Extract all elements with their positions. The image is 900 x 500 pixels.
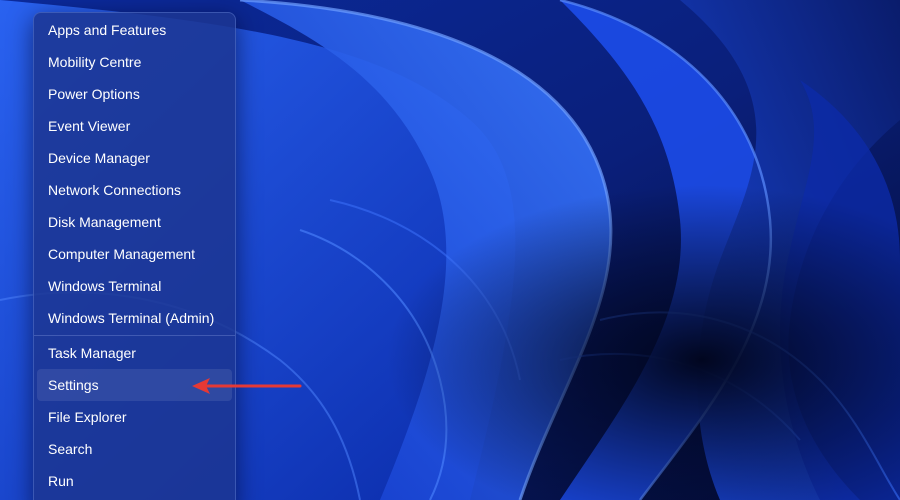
left-arrow-icon [192,378,302,394]
menu-item-file-explorer[interactable]: File Explorer [37,401,232,433]
menu-item-apps-and-features[interactable]: Apps and Features [37,14,232,46]
menu-item-power-options[interactable]: Power Options [37,78,232,110]
menu-group-shell: Task Manager Settings File Explorer Search R… [34,337,235,497]
menu-item-task-manager[interactable]: Task Manager [37,337,232,369]
desktop: Apps and Features Mobility Centre Power Op… [0,0,900,500]
menu-item-disk-management[interactable]: Disk Management [37,206,232,238]
winx-context-menu: Apps and Features Mobility Centre Power Op… [33,12,236,500]
menu-item-computer-management[interactable]: Computer Management [37,238,232,270]
menu-item-network-connections[interactable]: Network Connections [37,174,232,206]
menu-item-windows-terminal-admin[interactable]: Windows Terminal (Admin) [37,302,232,334]
menu-group-system-tools: Apps and Features Mobility Centre Power Op… [34,14,235,334]
menu-item-windows-terminal[interactable]: Windows Terminal [37,270,232,302]
menu-item-device-manager[interactable]: Device Manager [37,142,232,174]
menu-item-mobility-centre[interactable]: Mobility Centre [37,46,232,78]
menu-item-run[interactable]: Run [37,465,232,497]
menu-separator [34,335,235,336]
menu-item-search[interactable]: Search [37,433,232,465]
menu-item-event-viewer[interactable]: Event Viewer [37,110,232,142]
